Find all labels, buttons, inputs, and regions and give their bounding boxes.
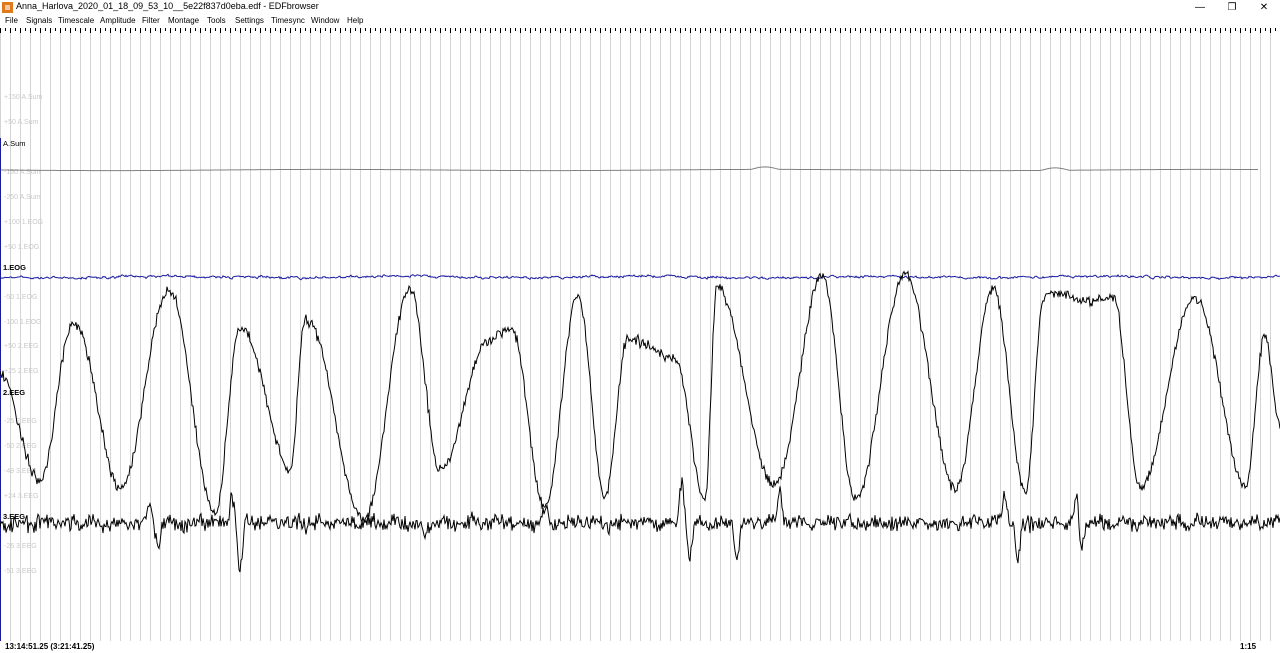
scale-label: +100 1.EOG <box>4 219 43 226</box>
menu-montage[interactable]: Montage <box>168 16 199 25</box>
menu-settings[interactable]: Settings <box>235 16 264 25</box>
scale-label: +25 2.EEG <box>4 368 38 375</box>
menu-timesync[interactable]: Timesync <box>271 16 305 25</box>
menu-amplitude[interactable]: Amplitude <box>100 16 136 25</box>
scale-label: +50 1.EOG <box>4 244 39 251</box>
app-icon <box>2 2 13 13</box>
signal-display[interactable]: +150 A.Sum +50 A.Sum -150 A.Sum -250 A.S… <box>0 28 1280 641</box>
start-time-readout: 13:14:51.25 (3:21:41.25) <box>5 642 95 651</box>
menu-timescale[interactable]: Timescale <box>58 16 94 25</box>
scale-label: -51 3.EEG <box>4 568 37 575</box>
page-duration-readout: 1:15 <box>1240 642 1257 651</box>
scale-label: +24 3.EEG <box>4 493 38 500</box>
time-grid <box>0 28 1271 641</box>
window-title: Anna_Harlova_2020_01_18_09_53_10__5e22f8… <box>16 1 319 11</box>
scale-label: -100 1.EOG <box>4 319 41 326</box>
scale-label: -26 3.EEG <box>4 543 37 550</box>
menu-tools[interactable]: Tools <box>207 16 226 25</box>
scale-label: -50 2.EEG <box>4 443 37 450</box>
minimize-button[interactable]: — <box>1184 0 1216 15</box>
channel-label-1-eog[interactable]: 1.EOG <box>3 263 26 272</box>
status-bar: 13:14:51.25 (3:21:41.25) 1:15 <box>0 641 1280 653</box>
time-ruler <box>0 28 1276 33</box>
channel-label-a-sum[interactable]: A.Sum <box>3 139 26 148</box>
menu-bar: File Signals Timescale Amplitude Filter … <box>0 15 1280 28</box>
menu-signals[interactable]: Signals <box>26 16 52 25</box>
menu-filter[interactable]: Filter <box>142 16 160 25</box>
scale-label: +150 A.Sum <box>4 94 43 101</box>
scale-label: +50 A.Sum <box>4 119 39 126</box>
scale-label: -50 1.EOG <box>4 294 37 301</box>
channel-label-2-eeg[interactable]: 2.EEG <box>3 388 25 397</box>
trace-a-sum <box>0 166 1259 172</box>
channel-label-3-eeg[interactable]: 3.EEG <box>3 512 25 521</box>
menu-window[interactable]: Window <box>311 16 339 25</box>
menu-help[interactable]: Help <box>347 16 363 25</box>
close-button[interactable]: ✕ <box>1248 0 1280 15</box>
restore-button[interactable]: ❐ <box>1216 0 1248 15</box>
title-bar: Anna_Harlova_2020_01_18_09_53_10__5e22f8… <box>0 0 1280 15</box>
scale-label: -250 A.Sum <box>4 194 41 201</box>
scale-label: -25 2.EEG <box>4 418 37 425</box>
menu-file[interactable]: File <box>5 16 18 25</box>
scale-label: +50 2.EEG <box>4 343 38 350</box>
